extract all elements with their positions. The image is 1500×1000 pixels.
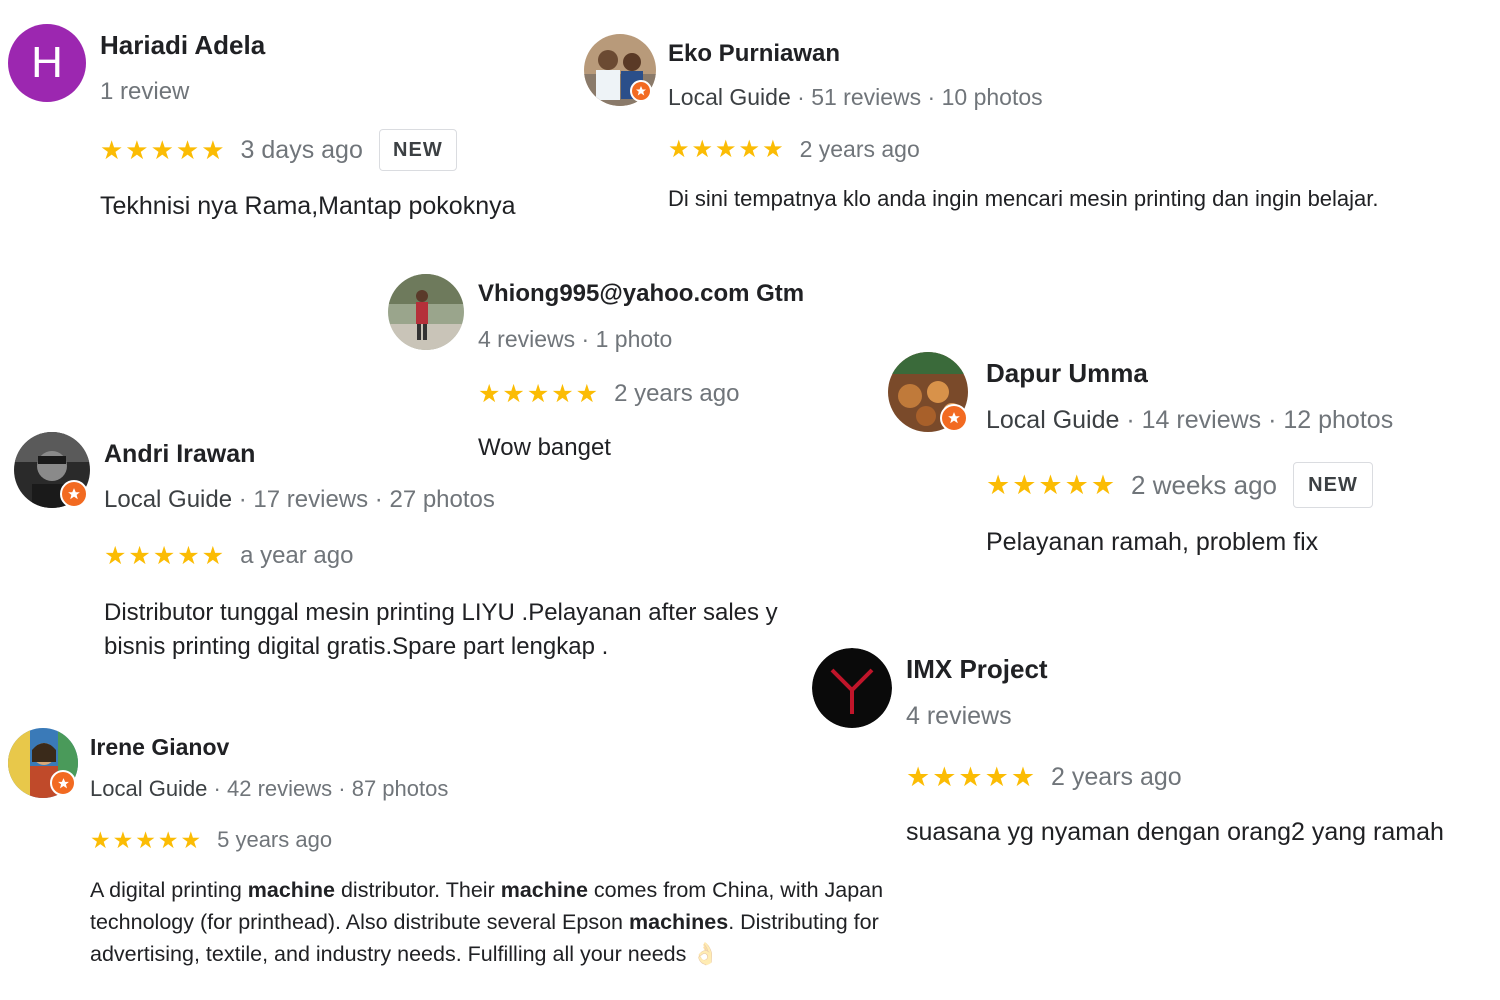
photo-count: 87 photos [351, 776, 449, 801]
review-text-line: bisnis printing digital gratis.Spare par… [104, 633, 609, 660]
photo-count: 1 photo [595, 326, 673, 352]
reviewer-meta: Local Guide · 14 reviews · 12 photos [986, 406, 1394, 434]
review-date: a year ago [240, 542, 354, 569]
rating-row: ★★★★★ 3 days ago NEW [100, 129, 457, 171]
review-text-line: Distributor tunggal mesin printing LIYU … [104, 599, 778, 626]
reviewer-meta: Local Guide · 42 reviews · 87 photos [90, 776, 449, 801]
review-text: Wow banget [478, 434, 611, 461]
review-date: 3 days ago [240, 135, 363, 164]
reviewer-name[interactable]: Vhiong995@yahoo.com Gtm [478, 280, 804, 308]
review-count: 51 reviews [811, 84, 922, 110]
review-date: 2 years ago [1051, 762, 1182, 791]
local-guide-label: Local Guide [986, 406, 1120, 434]
reviewer-name[interactable]: Irene Gianov [90, 734, 229, 761]
reviewer-name[interactable]: Andri Irawan [104, 440, 255, 469]
star-rating: ★★★★★ [668, 135, 786, 163]
new-badge: NEW [378, 129, 457, 171]
star-rating: ★★★★★ [986, 469, 1118, 500]
rating-row: ★★★★★ 2 weeks ago NEW [986, 462, 1374, 508]
review-count: 4 reviews [906, 702, 1012, 730]
review-count: 17 reviews [253, 486, 369, 513]
reviewer-meta: 4 reviews · 1 photo [478, 326, 673, 352]
review-text-line: technology (for printhead). Also distrib… [90, 910, 879, 934]
local-guide-label: Local Guide [668, 84, 791, 110]
highlight-keyword: machine [500, 878, 588, 902]
photo-count: 10 photos [941, 84, 1043, 110]
review-date: 2 years ago [799, 135, 920, 162]
review-text: A digital printing machine distributor. … [90, 874, 883, 970]
review-count: 4 reviews [478, 326, 576, 352]
reviewer-meta: 1 review [100, 78, 189, 106]
star-rating: ★★★★★ [100, 134, 227, 165]
highlight-keyword: machines [629, 910, 729, 934]
review-date: 5 years ago [217, 827, 333, 852]
local-guide-badge-icon [50, 770, 76, 796]
reviewer-name[interactable]: IMX Project [906, 654, 1048, 685]
review-text: Pelayanan ramah, problem fix [986, 528, 1319, 556]
avatar[interactable] [388, 274, 464, 350]
review-count: 42 reviews [226, 776, 333, 801]
rating-row: ★★★★★ 2 years ago [906, 758, 1182, 796]
local-guide-label: Local Guide [90, 776, 208, 801]
reviewer-name[interactable]: Hariadi Adela [100, 30, 265, 61]
photo-count: 27 photos [389, 486, 495, 513]
review-count: 14 reviews [1141, 406, 1262, 434]
reviewer-meta: Local Guide · 51 reviews · 10 photos [668, 84, 1043, 110]
rating-row: ★★★★★ a year ago [104, 538, 353, 574]
new-badge: NEW [1293, 462, 1374, 508]
review-text: Di sini tempatnya klo anda ingin mencari… [668, 186, 1379, 211]
review-date: 2 years ago [614, 380, 740, 407]
reviewer-name[interactable]: Eko Purniawan [668, 40, 840, 68]
review-count: 1 review [100, 78, 190, 105]
review-text: Distributor tunggal mesin printing LIYU … [104, 596, 794, 664]
rating-row: ★★★★★ 2 years ago [478, 376, 739, 412]
avatar[interactable] [812, 648, 892, 728]
review-text: Tekhnisi nya Rama,Mantap pokoknya [100, 192, 516, 220]
ok-hand-emoji-icon: 👌 [692, 942, 720, 966]
local-guide-badge-icon [60, 480, 88, 508]
local-guide-label: Local Guide [104, 486, 233, 513]
avatar-letter: H [31, 38, 63, 87]
star-rating: ★★★★★ [90, 826, 204, 853]
rating-row: ★★★★★ 2 years ago [668, 132, 920, 166]
photo-count: 12 photos [1283, 406, 1394, 434]
star-rating: ★★★★★ [104, 542, 227, 570]
local-guide-badge-icon [630, 80, 652, 102]
reviewer-meta: 4 reviews [906, 702, 1012, 731]
review-date: 2 weeks ago [1131, 469, 1278, 500]
rating-row: ★★★★★ 5 years ago [90, 824, 332, 856]
reviewer-name[interactable]: Dapur Umma [986, 358, 1148, 389]
reviewer-meta: Local Guide · 17 reviews · 27 photos [104, 486, 495, 513]
avatar[interactable]: H [8, 24, 86, 102]
review-text: suasana yg nyaman dengan orang2 yang ram… [906, 818, 1444, 846]
highlight-keyword: machine [247, 878, 335, 902]
review-text-line: advertising, textile, and industry needs… [90, 942, 720, 966]
star-rating: ★★★★★ [906, 761, 1038, 792]
local-guide-badge-icon [940, 404, 968, 432]
star-rating: ★★★★★ [478, 380, 601, 408]
review-text-line: A digital printing machine distributor. … [90, 878, 884, 902]
